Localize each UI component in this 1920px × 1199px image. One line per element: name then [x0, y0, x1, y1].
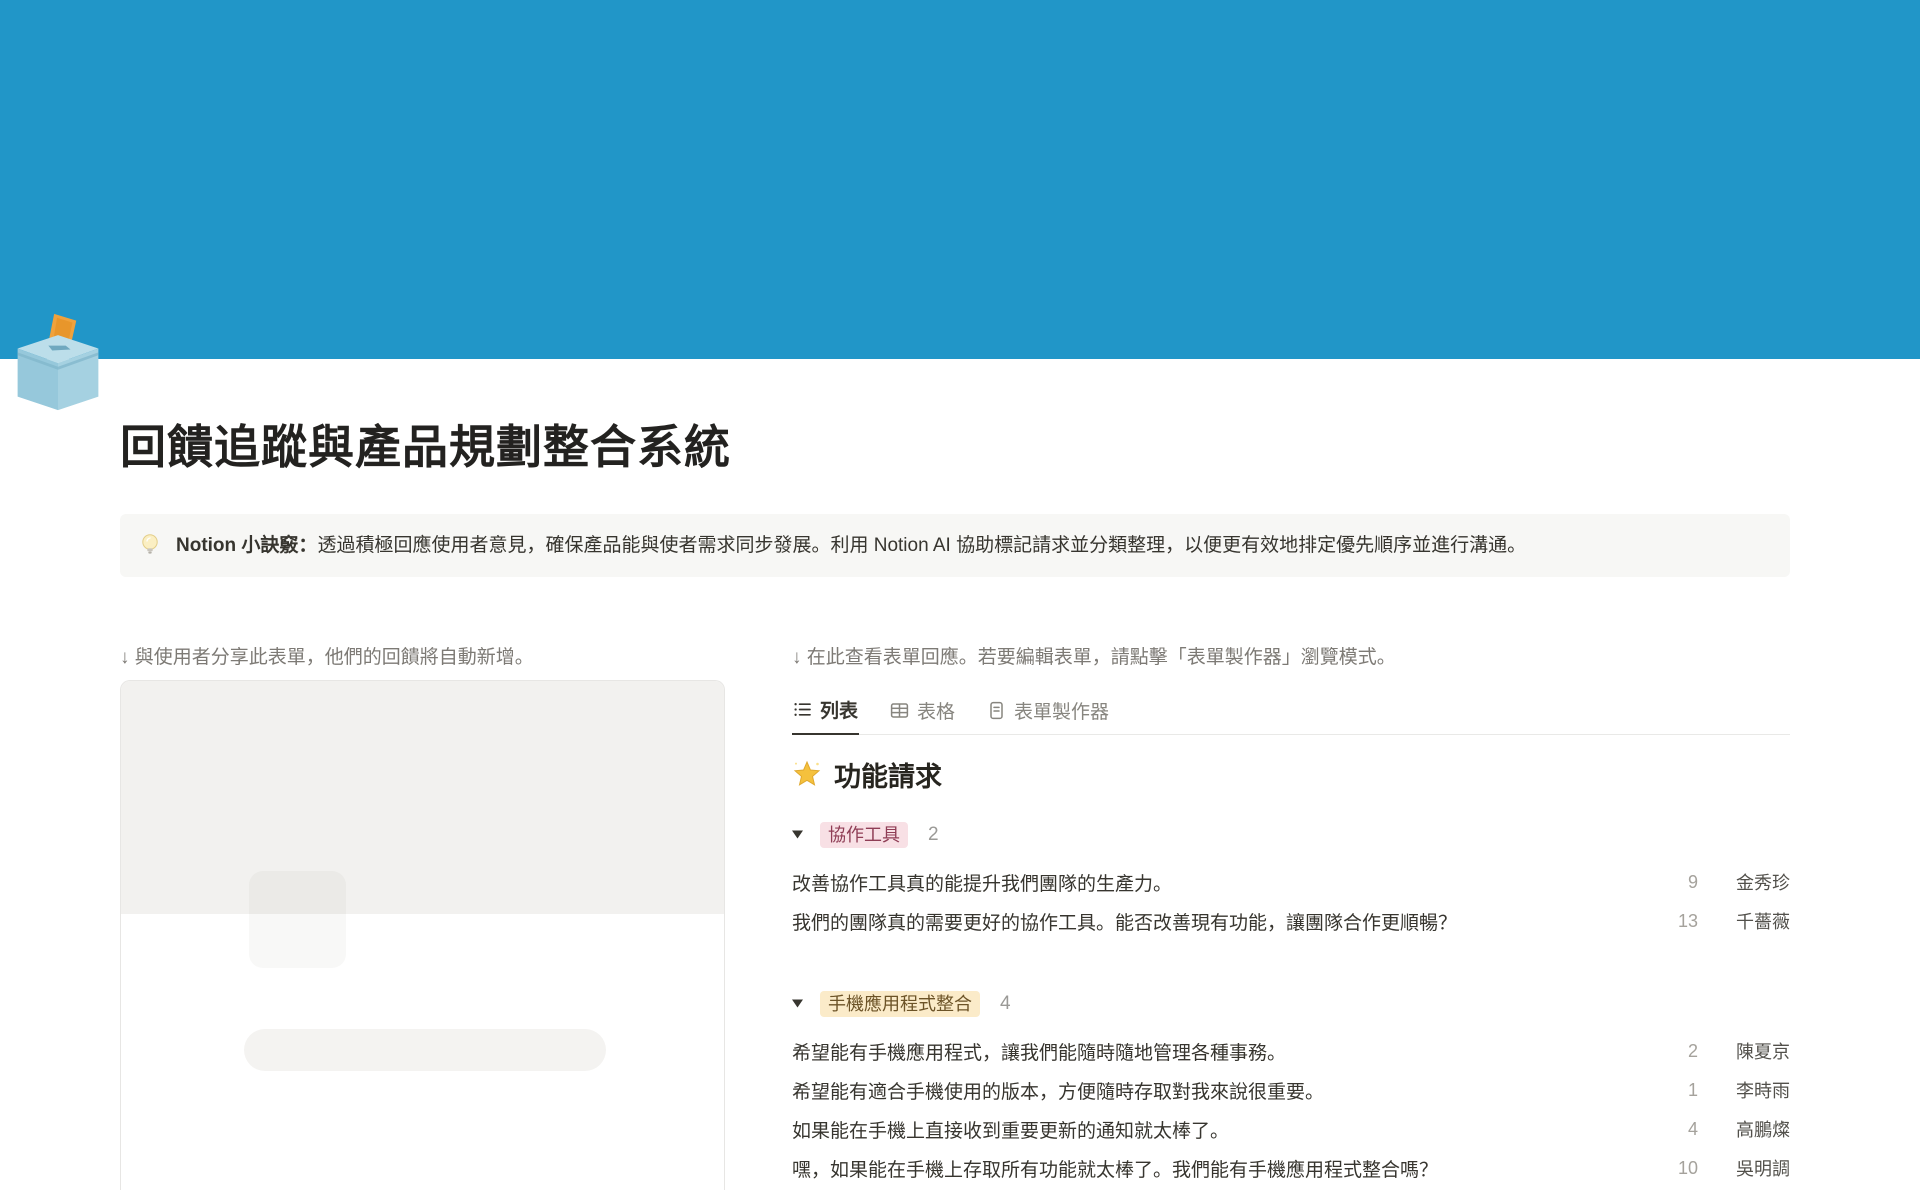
callout-body: 透過積極回應使用者意見，確保產品能與使者需求同步發展。利用 Notion AI …: [317, 535, 1526, 556]
row-submitter-name: 吳明調: [1720, 1155, 1790, 1181]
form-preview-icon-skeleton: [249, 871, 346, 968]
row-feedback-text: 嘿，如果能在手機上存取所有功能就太棒了。我們能有手機應用程式整合嗎？: [792, 1155, 1652, 1182]
row-submitter-name: 金秀珍: [1720, 869, 1790, 895]
row-feedback-text: 如果能在手機上直接收到重要更新的通知就太棒了。: [792, 1116, 1652, 1143]
group-rows: 希望能有手機應用程式，讓我們能隨時隨地管理各種事務。 2 陳夏京 希望能有適合手…: [792, 1032, 1790, 1188]
two-column-layout: ↓ 與使用者分享此表單，他們的回饋將自動新增。 ↓ 在此查看表單回應。若要編輯表…: [120, 643, 1790, 1190]
form-embed-preview[interactable]: [120, 680, 725, 1190]
row-feedback-text: 改善協作工具真的能提升我們團隊的生產力。: [792, 869, 1652, 896]
glowing-star-icon: [792, 759, 822, 789]
row-feedback-text: 希望能有手機應用程式，讓我們能隨時隨地管理各種事務。: [792, 1038, 1652, 1065]
table-row[interactable]: 改善協作工具真的能提升我們團隊的生產力。 9 金秀珍: [792, 863, 1790, 902]
responses-column: ↓ 在此查看表單回應。若要編輯表單，請點擊「表單製作器」瀏覽模式。 列表: [792, 643, 1790, 1190]
page-title[interactable]: 回饋追蹤與產品規劃整合系統: [120, 417, 1790, 477]
form-preview-header-skeleton: [121, 681, 724, 914]
group-header: 手機應用程式整合 4: [792, 989, 1790, 1019]
table-row[interactable]: 希望能有手機應用程式，讓我們能隨時隨地管理各種事務。 2 陳夏京: [792, 1032, 1790, 1071]
row-vote-count: 9: [1652, 872, 1698, 893]
table-row[interactable]: 嘿，如果能在手機上存取所有功能就太棒了。我們能有手機應用程式整合嗎？ 10 吳明…: [792, 1149, 1790, 1188]
form-builder-icon: [987, 701, 1006, 720]
group-count: 2: [928, 824, 939, 846]
responses-caption: ↓ 在此查看表單回應。若要編輯表單，請點擊「表單製作器」瀏覽模式。: [792, 643, 1790, 672]
row-vote-count: 4: [1652, 1119, 1698, 1140]
row-feedback-text: 希望能有適合手機使用的版本，方便隨時存取對我來說很重要。: [792, 1077, 1652, 1104]
tab-table-label: 表格: [917, 697, 955, 724]
group-count: 4: [1000, 993, 1011, 1015]
form-preview-title-skeleton: [244, 1029, 606, 1071]
row-vote-count: 1: [1652, 1080, 1698, 1101]
row-submitter-name: 陳夏京: [1720, 1038, 1790, 1064]
tab-table-view[interactable]: 表格: [889, 693, 956, 734]
view-tabs: 列表 表格 表單製: [792, 692, 1790, 735]
row-submitter-name: 高鵬燦: [1720, 1116, 1790, 1142]
group-header: 協作工具 2: [792, 820, 1790, 850]
toggle-down-icon[interactable]: [792, 999, 803, 1008]
tab-form-builder[interactable]: 表單製作器: [986, 693, 1110, 734]
row-feedback-text: 我們的團隊真的需要更好的協作工具。能否改善現有功能，讓團隊合作更順暢？: [792, 908, 1652, 935]
page-cover: [0, 0, 1920, 359]
row-vote-count: 10: [1652, 1158, 1698, 1179]
table-row[interactable]: 如果能在手機上直接收到重要更新的通知就太棒了。 4 高鵬燦: [792, 1110, 1790, 1149]
list-view-icon: [793, 700, 812, 719]
form-share-caption: ↓ 與使用者分享此表單，他們的回饋將自動新增。: [120, 643, 725, 672]
row-vote-count: 13: [1652, 911, 1698, 932]
page-content: 回饋追蹤與產品規劃整合系統 Notion 小訣竅：透過積極回應使用者意見，確保產…: [0, 359, 1920, 1190]
table-row[interactable]: 我們的團隊真的需要更好的協作工具。能否改善現有功能，讓團隊合作更順暢？ 13 千…: [792, 902, 1790, 941]
group-rows: 改善協作工具真的能提升我們團隊的生產力。 9 金秀珍 我們的團隊真的需要更好的協…: [792, 863, 1790, 941]
row-vote-count: 2: [1652, 1041, 1698, 1062]
tab-list-label: 列表: [820, 696, 858, 723]
ballot-box-icon[interactable]: [8, 312, 108, 412]
row-submitter-name: 千薔薇: [1720, 908, 1790, 934]
callout-text: Notion 小訣竅：透過積極回應使用者意見，確保產品能與使者需求同步發展。利用…: [176, 531, 1526, 560]
table-view-icon: [890, 701, 909, 720]
group-badge: 協作工具: [820, 822, 908, 848]
row-submitter-name: 李時雨: [1720, 1077, 1790, 1103]
tab-form-builder-label: 表單製作器: [1014, 697, 1109, 724]
light-bulb-icon: [138, 532, 162, 556]
callout-bold-label: Notion 小訣竅：: [176, 535, 317, 556]
group-badge: 手機應用程式整合: [820, 991, 980, 1017]
database-title: 功能請求: [792, 755, 1790, 794]
toggle-down-icon[interactable]: [792, 830, 803, 839]
table-row[interactable]: 希望能有適合手機使用的版本，方便隨時存取對我來說很重要。 1 李時雨: [792, 1071, 1790, 1110]
tab-list-view[interactable]: 列表: [792, 692, 859, 735]
group-mobile-app-integration: 手機應用程式整合 4 希望能有手機應用程式，讓我們能隨時隨地管理各種事務。 2 …: [792, 989, 1790, 1188]
database-title-text[interactable]: 功能請求: [834, 755, 942, 794]
notion-tip-callout: Notion 小訣竅：透過積極回應使用者意見，確保產品能與使者需求同步發展。利用…: [120, 514, 1790, 577]
group-collaboration-tools: 協作工具 2 改善協作工具真的能提升我們團隊的生產力。 9 金秀珍 我們的團隊真…: [792, 820, 1790, 941]
form-share-column: ↓ 與使用者分享此表單，他們的回饋將自動新增。: [120, 643, 725, 1190]
